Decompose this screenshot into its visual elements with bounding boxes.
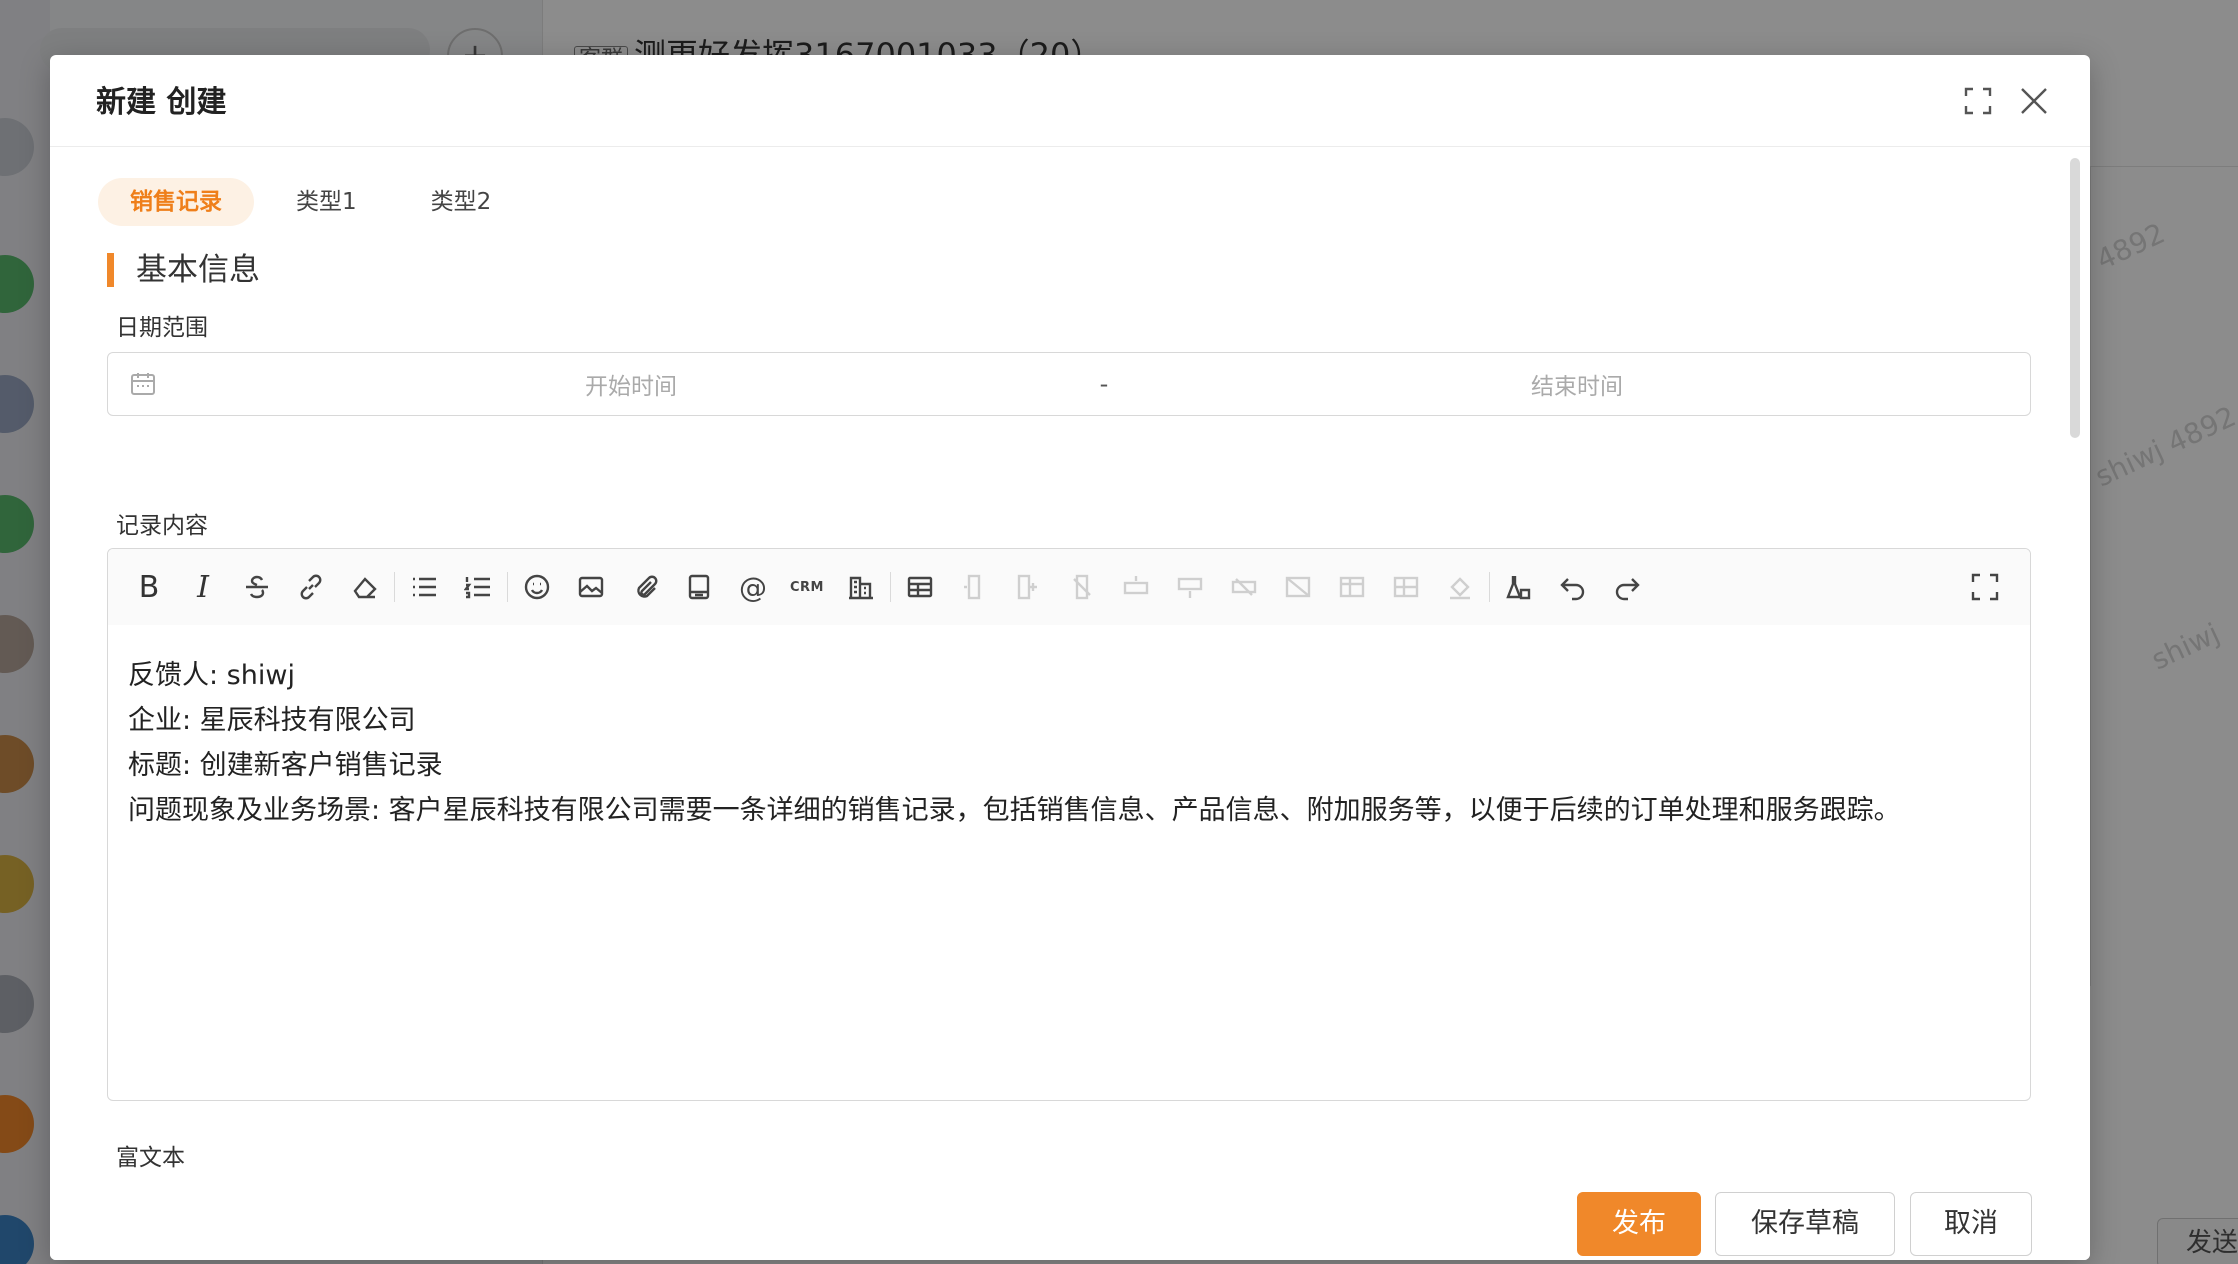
dialog-title: 新建 创建	[96, 85, 227, 120]
insert-row-above-icon	[1109, 560, 1163, 614]
table-header-icon	[1325, 560, 1379, 614]
dialog-header: 新建 创建	[50, 55, 2090, 147]
toolbar-divider	[890, 572, 891, 602]
attachment-icon[interactable]	[618, 560, 672, 614]
date-separator: -	[1099, 370, 1109, 398]
emoji-icon[interactable]	[510, 560, 564, 614]
editor-fullscreen-icon[interactable]	[1958, 560, 2012, 614]
fullscreen-icon[interactable]	[1956, 79, 2000, 123]
tab-type2[interactable]: 类型2	[399, 178, 524, 226]
record-content-label: 记录内容	[116, 513, 208, 539]
content-line: 反馈人: shiwj	[128, 660, 295, 691]
create-dialog: 新建 创建 销售记录 类型1 类型2 基本信息 日期范围 开始时间 - 结束时间…	[50, 55, 2090, 1260]
content-line: 企业: 星辰科技有限公司	[128, 705, 416, 736]
date-range-label: 日期范围	[116, 315, 208, 341]
record-content-editor[interactable]: B I @ CRM 反馈人: shiwj 企业: 星辰科技有限公司 标题: 创建…	[107, 548, 2031, 1101]
format-painter-icon[interactable]	[1492, 560, 1546, 614]
merge-cells-icon	[1379, 560, 1433, 614]
delete-table-icon	[1271, 560, 1325, 614]
editor-toolbar: B I @ CRM	[108, 549, 2030, 625]
bullet-list-icon[interactable]	[397, 560, 451, 614]
toolbar-divider	[1489, 572, 1490, 602]
toolbar-divider	[394, 572, 395, 602]
strikethrough-icon[interactable]	[230, 560, 284, 614]
content-line: 标题: 创建新客户销售记录	[128, 750, 443, 781]
record-content-body[interactable]: 反馈人: shiwj 企业: 星辰科技有限公司 标题: 创建新客户销售记录 问题…	[108, 625, 2030, 853]
content-line: 问题现象及业务场景: 客户星辰科技有限公司需要一条详细的销售记录，包括销售信息、…	[128, 795, 1901, 826]
delete-column-icon	[1055, 560, 1109, 614]
dialog-footer: 发布 保存草稿 取消	[50, 1173, 2090, 1260]
card-icon[interactable]	[672, 560, 726, 614]
building-icon[interactable]	[834, 560, 888, 614]
close-icon[interactable]	[2012, 79, 2056, 123]
italic-icon[interactable]: I	[176, 560, 230, 614]
calendar-icon	[108, 371, 178, 397]
undo-icon[interactable]	[1546, 560, 1600, 614]
toolbar-divider	[507, 572, 508, 602]
crm-icon[interactable]: CRM	[780, 560, 834, 614]
image-icon[interactable]	[564, 560, 618, 614]
table-icon[interactable]	[893, 560, 947, 614]
record-type-tabs: 销售记录 类型1 类型2	[98, 178, 523, 226]
mention-icon[interactable]: @	[726, 560, 780, 614]
dialog-body[interactable]: 销售记录 类型1 类型2 基本信息 日期范围 开始时间 - 结束时间 记录内容 …	[50, 148, 2090, 1173]
eraser-icon[interactable]	[338, 560, 392, 614]
delete-row-icon	[1217, 560, 1271, 614]
link-icon[interactable]	[284, 560, 338, 614]
date-range-picker[interactable]: 开始时间 - 结束时间	[107, 352, 2031, 416]
tab-type1[interactable]: 类型1	[264, 178, 389, 226]
publish-button[interactable]: 发布	[1577, 1192, 1701, 1256]
start-date-input[interactable]: 开始时间	[178, 367, 1084, 401]
end-date-input[interactable]: 结束时间	[1124, 367, 2030, 401]
tab-sales-record[interactable]: 销售记录	[98, 178, 254, 226]
bold-icon[interactable]: B	[122, 560, 176, 614]
insert-column-left-icon	[947, 560, 1001, 614]
scrollbar[interactable]	[2070, 158, 2080, 438]
insert-column-right-icon	[1001, 560, 1055, 614]
insert-row-below-icon	[1163, 560, 1217, 614]
rich-text-label: 富文本	[116, 1145, 185, 1171]
redo-icon[interactable]	[1600, 560, 1654, 614]
cancel-button[interactable]: 取消	[1910, 1192, 2032, 1256]
fill-color-icon	[1433, 560, 1487, 614]
save-draft-button[interactable]: 保存草稿	[1715, 1192, 1895, 1256]
section-title: 基本信息	[107, 253, 260, 287]
numbered-list-icon[interactable]	[451, 560, 505, 614]
